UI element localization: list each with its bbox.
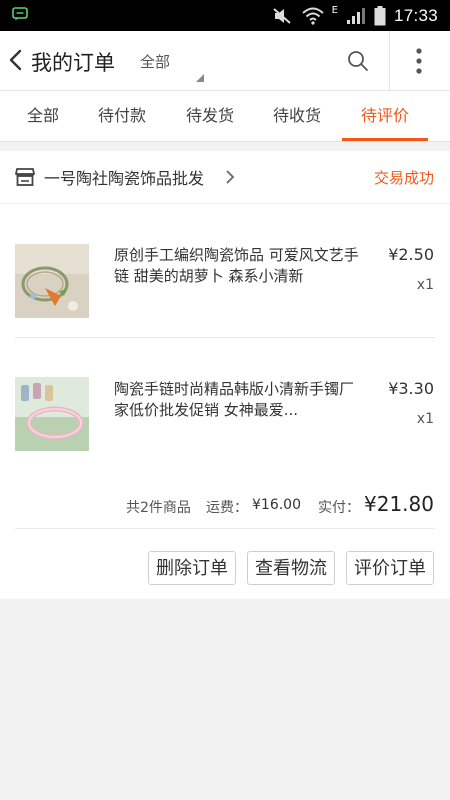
page-title: 我的订单 [31, 51, 115, 75]
summary-divider [15, 528, 435, 529]
mute-icon [272, 8, 291, 24]
wifi-icon [301, 7, 324, 25]
chevron-right-icon [226, 170, 235, 184]
app-header: 我的订单 全部 [0, 31, 450, 91]
paid-amount: ¥21.80 [364, 492, 434, 516]
item-quantity: x1 [416, 411, 434, 427]
order-filter-dropdown[interactable]: 全部 [140, 51, 208, 82]
item-title: 原创手工编织陶瓷饰品 可爱风文艺手链 甜美的胡萝卜 森系小清新 [114, 246, 359, 285]
dropdown-corner-icon [196, 74, 204, 82]
view-logistics-button[interactable]: 查看物流 [247, 551, 335, 585]
item-price: ¥3.30 [388, 379, 434, 398]
message-icon [12, 7, 28, 21]
tab-pending-receipt[interactable]: 待收货 [263, 91, 331, 141]
item-divider [15, 337, 435, 338]
order-item[interactable]: 陶瓷手链时尚精品韩版小清新手镯厂家低价批发促销 女神最爱... ¥3.30 x1 [0, 365, 450, 465]
shop-row[interactable]: 一号陶社陶瓷饰品批发 交易成功 [0, 151, 450, 204]
order-status: 交易成功 [373, 169, 434, 187]
delete-order-button[interactable]: 删除订单 [148, 551, 236, 585]
search-icon[interactable] [346, 49, 370, 73]
shop-icon [15, 168, 35, 186]
product-thumbnail [15, 377, 89, 451]
item-price: ¥2.50 [388, 245, 434, 264]
network-type: E [331, 4, 338, 16]
order-status-tabs: 全部 待付款 待发货 待收货 待评价 [0, 91, 450, 142]
more-options-icon[interactable] [412, 47, 426, 75]
order-summary: 共2件商品 运费： ¥16.00 实付： ¥21.80 [0, 489, 450, 529]
tab-pending-shipment[interactable]: 待发货 [176, 91, 244, 141]
signal-icon [346, 8, 365, 24]
tab-all[interactable]: 全部 [12, 91, 74, 141]
tab-pending-review[interactable]: 待评价 [351, 91, 419, 141]
order-item[interactable]: 原创手工编织陶瓷饰品 可爱风文艺手链 甜美的胡萝卜 森系小清新 ¥2.50 x1 [0, 231, 450, 331]
active-tab-indicator [342, 138, 428, 141]
header-divider [389, 31, 390, 90]
status-bar: E 17:33 [0, 0, 450, 31]
clock: 17:33 [393, 6, 438, 25]
tab-pending-payment[interactable]: 待付款 [88, 91, 156, 141]
battery-icon [374, 6, 386, 26]
item-quantity: x1 [416, 277, 434, 293]
shipping-value: ¥16.00 [252, 497, 301, 513]
back-arrow-icon[interactable] [4, 45, 28, 75]
filter-value: 全部 [140, 53, 171, 71]
item-title: 陶瓷手链时尚精品韩版小清新手镯厂家低价批发促销 女神最爱... [114, 380, 355, 419]
paid-label: 实付： [318, 500, 360, 516]
order-card: 一号陶社陶瓷饰品批发 交易成功 原创手工编织陶瓷饰品 可爱风文艺手链 甜美的胡萝… [0, 151, 450, 599]
item-count: 共2件商品 [126, 500, 191, 516]
product-thumbnail [15, 244, 89, 318]
review-order-button[interactable]: 评价订单 [346, 551, 434, 585]
shop-name: 一号陶社陶瓷饰品批发 [44, 169, 205, 188]
shipping-label: 运费： [206, 500, 248, 516]
